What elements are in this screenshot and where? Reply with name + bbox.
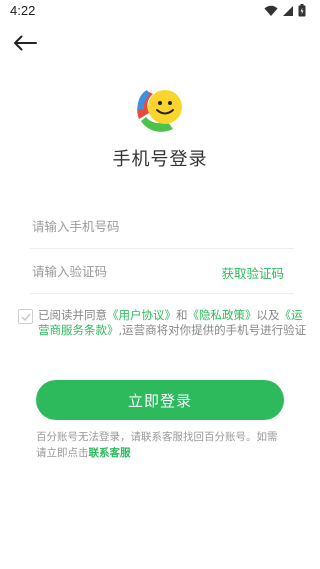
back-button[interactable] <box>10 30 40 56</box>
agreement-and: 和 <box>176 308 188 322</box>
phone-input[interactable] <box>30 218 212 234</box>
login-button[interactable]: 立即登录 <box>36 380 284 420</box>
app-logo-icon <box>137 90 182 132</box>
back-arrow-icon <box>14 35 37 51</box>
status-time: 4:22 <box>10 3 36 18</box>
user-agreement-link[interactable]: 《用户协议》 <box>107 308 176 322</box>
agreement-checkbox[interactable] <box>18 309 33 324</box>
page-title: 手机号登录 <box>112 149 208 170</box>
get-code-button[interactable]: 获取验证码 <box>221 263 284 282</box>
help-text: 百分账号无法登录，请联系客服找回百分账号。如需请立即点击联系客服 <box>36 429 286 461</box>
verification-code-input[interactable] <box>30 263 212 279</box>
verification-code-field[interactable]: 获取验证码 <box>30 249 294 294</box>
privacy-policy-link[interactable]: 《隐私政策》 <box>188 308 257 322</box>
contact-support-link[interactable]: 联系客服 <box>89 447 131 459</box>
status-icons <box>264 4 306 17</box>
agreement-suffix: ,运营商将对你提供的手机号进行验证 <box>118 323 307 337</box>
agreement-and2: 以及 <box>256 308 280 322</box>
agreement-prefix: 已阅读并同意 <box>38 308 107 322</box>
agreement-text: 已阅读并同意《用户协议》和《隐私政策》以及《运营商服务条款》,运营商将对你提供的… <box>38 308 308 338</box>
help-message: 百分账号无法登录，请联系客服找回百分账号。如需请立即点击 <box>36 431 278 459</box>
checkmark-icon <box>21 313 31 321</box>
status-bar: 4:22 <box>0 0 320 24</box>
cellular-signal-icon <box>283 5 293 16</box>
battery-icon <box>298 4 306 17</box>
phone-field[interactable] <box>30 204 294 249</box>
wifi-icon <box>264 5 278 16</box>
